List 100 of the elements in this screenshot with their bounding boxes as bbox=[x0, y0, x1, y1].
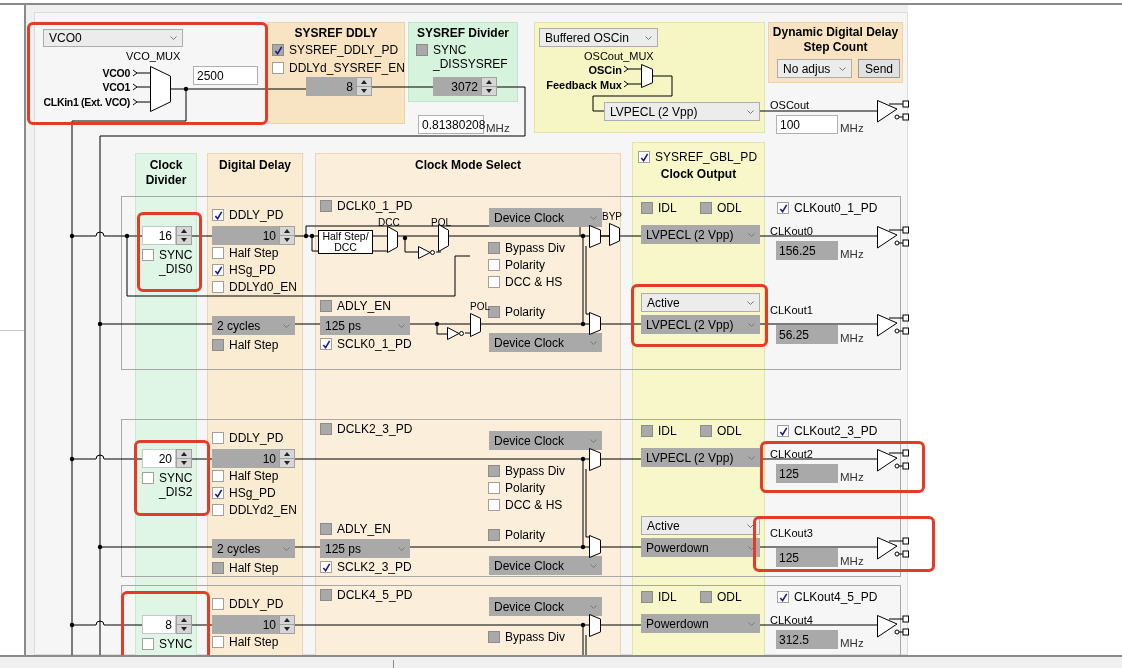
spin-up-button[interactable] bbox=[279, 615, 295, 625]
checkbox-label: SYNC _DIS2 bbox=[159, 471, 194, 499]
down-arrow-icon bbox=[284, 461, 290, 465]
output-label: CLKout1 bbox=[770, 303, 813, 318]
checkbox-label: DCC & HS bbox=[505, 275, 563, 289]
number-field[interactable]: 16 bbox=[142, 226, 176, 245]
checkbox[interactable] bbox=[142, 638, 154, 650]
checkbox-label: ODL bbox=[717, 201, 742, 215]
dropdown[interactable]: Active bbox=[641, 293, 760, 312]
send-button[interactable]: Send bbox=[858, 59, 900, 78]
checkbox-label: CLKout4_5_PD bbox=[794, 590, 878, 604]
checkbox-label: SYNC _DISSYSREF bbox=[433, 43, 509, 71]
mux-label: VCO_MUX bbox=[126, 49, 181, 64]
checkbox[interactable] bbox=[212, 209, 224, 221]
chevron-down-icon bbox=[747, 523, 754, 528]
checkbox[interactable] bbox=[777, 425, 789, 437]
dropdown[interactable]: Active bbox=[641, 516, 760, 535]
checkbox-label: SCLK2_3_PD bbox=[337, 560, 412, 574]
checkbox[interactable] bbox=[320, 561, 332, 573]
unit-label: MHz bbox=[840, 121, 864, 136]
checkbox[interactable] bbox=[212, 470, 224, 482]
unit-label: MHz bbox=[840, 470, 864, 485]
chevron-down-icon bbox=[747, 109, 754, 114]
checkbox[interactable] bbox=[212, 504, 224, 516]
checkbox-label: IDL bbox=[658, 201, 677, 215]
panel-title: Dynamic Digital Delay Step Count bbox=[771, 25, 900, 55]
spin-up-button[interactable] bbox=[176, 226, 192, 236]
checkbox-label: Polarity bbox=[505, 258, 545, 272]
checkbox-label: SYSREF_GBL_PD bbox=[655, 150, 758, 164]
checkbox[interactable] bbox=[488, 276, 500, 288]
mux-icon bbox=[387, 226, 398, 253]
spin-down-button[interactable] bbox=[176, 459, 192, 468]
checkbox-label: DDLYd0_EN bbox=[229, 280, 297, 294]
checkbox[interactable] bbox=[488, 482, 500, 494]
checkbox[interactable] bbox=[212, 247, 224, 259]
dropdown[interactable]: LVPECL (2 Vpp) bbox=[604, 102, 760, 121]
down-arrow-icon bbox=[361, 89, 367, 93]
checkbox-label: DDLY_PD bbox=[229, 431, 284, 445]
spin-down-button[interactable] bbox=[176, 625, 192, 634]
spin-up-button[interactable] bbox=[481, 77, 497, 87]
checkbox-label: HSg_PD bbox=[229, 486, 276, 500]
mux-label: OSCout_MUX bbox=[584, 49, 654, 64]
checkbox[interactable] bbox=[320, 338, 332, 350]
checkbox[interactable] bbox=[777, 591, 789, 603]
checkbox[interactable] bbox=[212, 636, 224, 648]
checkbox[interactable] bbox=[212, 281, 224, 293]
unit-label: MHz bbox=[840, 247, 864, 262]
checkbox[interactable] bbox=[488, 499, 500, 511]
chevron-down-icon bbox=[748, 322, 755, 327]
frequency-field[interactable]: 0.81380208 bbox=[418, 115, 484, 134]
spin-down-button[interactable] bbox=[279, 236, 295, 245]
dropdown[interactable]: VCO0 bbox=[43, 29, 183, 47]
chevron-down-icon bbox=[747, 300, 754, 305]
checkbox[interactable] bbox=[638, 151, 650, 163]
spin-down-button[interactable] bbox=[356, 87, 372, 96]
chevron-down-icon bbox=[645, 35, 652, 40]
check-icon bbox=[778, 203, 788, 213]
spin-up-button[interactable] bbox=[176, 449, 192, 459]
mux-input-label: OSCin bbox=[588, 63, 622, 78]
spin-up-button[interactable] bbox=[279, 449, 295, 459]
mux-input-label: VCO1 bbox=[102, 80, 130, 95]
column-header: Clock Divider bbox=[144, 158, 188, 188]
checkbox-label: Half Step bbox=[229, 338, 279, 352]
frequency-field[interactable]: 2500 bbox=[193, 66, 258, 85]
checkbox[interactable] bbox=[212, 432, 224, 444]
inverter-icon bbox=[447, 327, 465, 340]
chevron-down-icon bbox=[748, 621, 755, 626]
gate-label: POL bbox=[431, 216, 451, 230]
checkbox-label: CLKout0_1_PD bbox=[794, 201, 878, 215]
number-field[interactable]: 20 bbox=[142, 449, 176, 468]
mux-icon bbox=[470, 313, 481, 337]
spin-down-button[interactable] bbox=[279, 625, 295, 634]
checkbox[interactable] bbox=[142, 472, 154, 484]
dropdown[interactable]: No adjus bbox=[777, 59, 852, 78]
checkbox[interactable] bbox=[142, 249, 154, 261]
checkbox[interactable] bbox=[212, 487, 224, 499]
output-label: CLKout0 bbox=[770, 224, 813, 239]
panel-title: SYSREF DDLY bbox=[293, 25, 379, 42]
output-label: CLKout4 bbox=[770, 613, 813, 628]
number-field[interactable]: 8 bbox=[142, 615, 176, 634]
output-label: CLKout3 bbox=[770, 526, 813, 541]
checkbox[interactable] bbox=[212, 264, 224, 276]
spin-down-button[interactable] bbox=[481, 87, 497, 96]
mux-icon bbox=[641, 64, 653, 88]
checkbox[interactable] bbox=[212, 598, 224, 610]
checkbox-label: Bypass Div bbox=[505, 464, 566, 478]
spin-down-button[interactable] bbox=[279, 459, 295, 468]
checkbox-label: DDLY_PD bbox=[229, 597, 284, 611]
dropdown[interactable]: Buffered OSCin bbox=[539, 28, 658, 47]
checkbox-label: DCLK2_3_PD bbox=[337, 422, 413, 436]
spin-up-button[interactable] bbox=[279, 226, 295, 236]
checkbox[interactable] bbox=[488, 259, 500, 271]
chevron-down-icon bbox=[748, 455, 755, 460]
spin-up-button[interactable] bbox=[176, 615, 192, 625]
spin-down-button[interactable] bbox=[176, 236, 192, 245]
checkbox[interactable] bbox=[272, 62, 284, 74]
spin-up-button[interactable] bbox=[356, 77, 372, 87]
chevron-down-icon bbox=[590, 604, 597, 609]
frequency-field[interactable]: 100 bbox=[776, 115, 838, 134]
checkbox[interactable] bbox=[777, 202, 789, 214]
